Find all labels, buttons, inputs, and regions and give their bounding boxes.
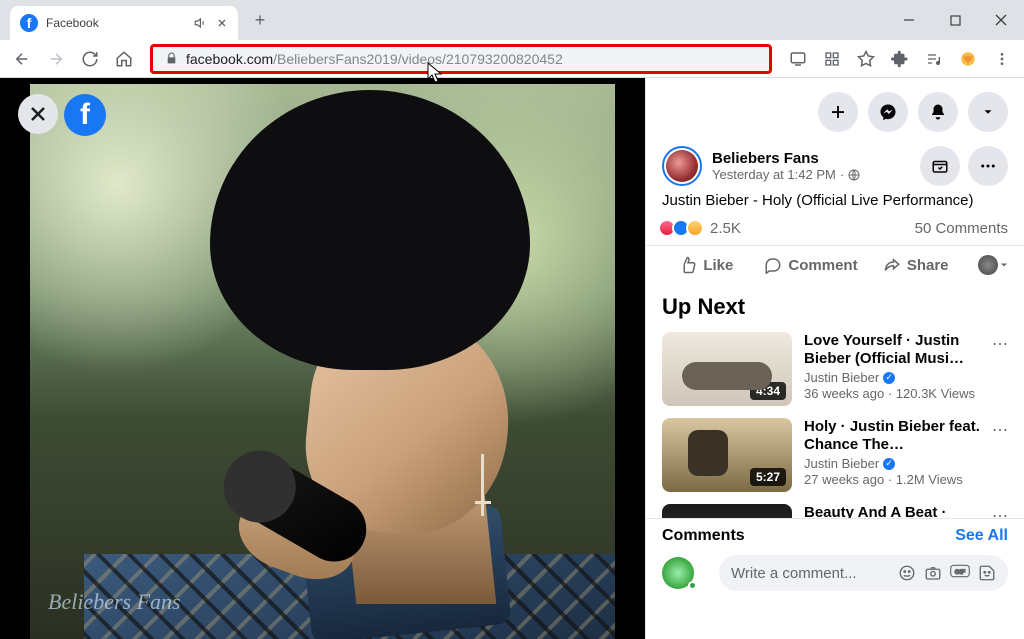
- url-text: facebook.com/BeliebersFans2019/videos/21…: [186, 51, 563, 67]
- online-indicator: [688, 581, 697, 590]
- verified-badge-icon: ✓: [883, 458, 895, 470]
- fox-ext-icon[interactable]: [954, 45, 982, 73]
- close-video-button[interactable]: [18, 94, 58, 134]
- globe-icon: [848, 169, 860, 181]
- gif-icon[interactable]: GIF: [950, 564, 970, 578]
- reaction-icons[interactable]: [662, 219, 704, 237]
- upnext-item[interactable]: Beauty And A Beat · ⋯: [646, 498, 1024, 518]
- video-thumbnail[interactable]: 5:27: [662, 418, 792, 492]
- home-button[interactable]: [110, 45, 138, 73]
- video-author[interactable]: Justin Bieber✓: [804, 370, 980, 385]
- cursor-pointer: [427, 62, 445, 84]
- upnext-item[interactable]: 4:34 Love Yourself · Justin Bieber (Offi…: [646, 326, 1024, 412]
- see-all-link[interactable]: See All: [955, 527, 1008, 545]
- video-menu-button[interactable]: ⋯: [992, 418, 1008, 440]
- chrome-menu-icon[interactable]: [988, 45, 1016, 73]
- minimize-button[interactable]: [886, 0, 932, 40]
- video-author[interactable]: Justin Bieber✓: [804, 456, 980, 471]
- post-timestamp[interactable]: Yesterday at 1:42 PM ·: [712, 167, 860, 182]
- reload-button[interactable]: [76, 45, 104, 73]
- create-button[interactable]: [818, 92, 858, 132]
- author-avatar[interactable]: [662, 146, 702, 186]
- video-menu-button[interactable]: ⋯: [992, 504, 1008, 518]
- comments-heading: Comments: [662, 527, 745, 545]
- tab-audio-icon[interactable]: [194, 16, 208, 30]
- new-tab-button[interactable]: +: [244, 4, 276, 36]
- address-bar[interactable]: facebook.com/BeliebersFans2019/videos/21…: [150, 44, 772, 74]
- video-menu-button[interactable]: ⋯: [992, 332, 1008, 354]
- forward-button: [42, 45, 70, 73]
- comment-count[interactable]: 50 Comments: [915, 220, 1008, 237]
- tab-title: Facebook: [46, 16, 186, 30]
- video-thumbnail[interactable]: [662, 504, 792, 518]
- cast-icon[interactable]: [784, 45, 812, 73]
- bookmark-star-icon[interactable]: [852, 45, 880, 73]
- post-caption: Justin Bieber - Holy (Official Live Perf…: [646, 186, 1024, 215]
- post-menu-button[interactable]: [968, 146, 1008, 186]
- video-title[interactable]: Beauty And A Beat ·: [804, 504, 980, 518]
- video-player[interactable]: f Beliebers Fans: [0, 78, 645, 639]
- video-watermark: Beliebers Fans: [48, 589, 181, 615]
- share-button[interactable]: Share: [863, 250, 968, 280]
- svg-text:GIF: GIF: [955, 569, 966, 576]
- emoji-icon[interactable]: [898, 564, 916, 582]
- video-frame: Beliebers Fans: [30, 84, 615, 639]
- upnext-heading: Up Next: [646, 284, 1024, 326]
- facebook-logo[interactable]: f: [64, 94, 106, 136]
- notifications-button[interactable]: [918, 92, 958, 132]
- apps-icon[interactable]: [818, 45, 846, 73]
- comment-input[interactable]: Write a comment... GIF: [719, 555, 1008, 591]
- music-ext-icon[interactable]: [920, 45, 948, 73]
- video-meta: 36 weeks ago · 120.3K Views: [804, 386, 980, 401]
- lock-icon: [165, 52, 178, 65]
- sticker-icon[interactable]: [978, 564, 996, 582]
- close-tab-icon[interactable]: [216, 17, 228, 29]
- author-name[interactable]: Beliebers Fans: [712, 150, 860, 167]
- camera-icon[interactable]: [924, 564, 942, 582]
- upnext-list: 4:34 Love Yourself · Justin Bieber (Offi…: [646, 326, 1024, 518]
- share-as-dropdown[interactable]: [968, 250, 1016, 280]
- back-button[interactable]: [8, 45, 36, 73]
- comment-button[interactable]: Comment: [759, 250, 864, 280]
- extensions-icon[interactable]: [886, 45, 914, 73]
- video-title[interactable]: Holy · Justin Bieber feat. Chance The…: [804, 418, 980, 454]
- browser-tab[interactable]: f Facebook: [10, 6, 238, 40]
- reaction-count[interactable]: 2.5K: [710, 220, 741, 237]
- account-dropdown[interactable]: [968, 92, 1008, 132]
- window-controls: [886, 0, 1024, 40]
- facebook-favicon: f: [20, 14, 38, 32]
- browser-toolbar: facebook.com/BeliebersFans2019/videos/21…: [0, 40, 1024, 78]
- video-title[interactable]: Love Yourself · Justin Bieber (Official …: [804, 332, 980, 368]
- video-thumbnail[interactable]: 4:34: [662, 332, 792, 406]
- save-video-button[interactable]: [920, 146, 960, 186]
- video-meta: 27 weeks ago · 1.2M Views: [804, 472, 980, 487]
- messenger-button[interactable]: [868, 92, 908, 132]
- close-window-button[interactable]: [978, 0, 1024, 40]
- verified-badge-icon: ✓: [883, 372, 895, 384]
- titlebar: f Facebook +: [0, 0, 1024, 40]
- maximize-button[interactable]: [932, 0, 978, 40]
- like-button[interactable]: Like: [654, 250, 759, 280]
- sidebar: Beliebers Fans Yesterday at 1:42 PM · Ju…: [645, 78, 1024, 639]
- upnext-item[interactable]: 5:27 Holy · Justin Bieber feat. Chance T…: [646, 412, 1024, 498]
